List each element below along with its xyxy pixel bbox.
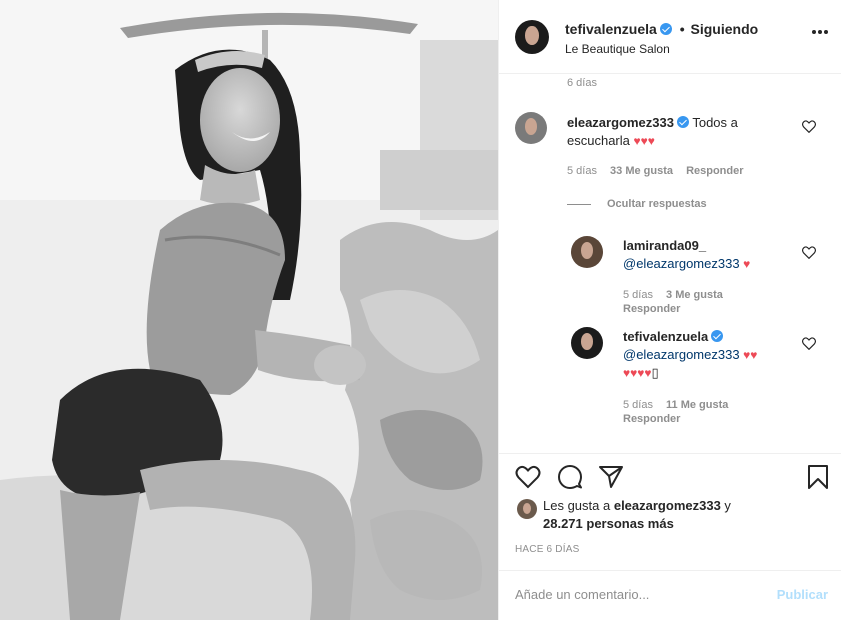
author-line: tefivalenzuela • Siguiendo <box>565 21 758 37</box>
heart-emoji: ♥♥♥ <box>633 134 655 148</box>
publish-button[interactable]: Publicar <box>777 587 828 602</box>
share-icon[interactable] <box>598 464 624 490</box>
post-actions <box>499 453 841 501</box>
verified-icon <box>676 116 689 128</box>
comment-item: eleazargomez333 Todos a escucharla ♥♥♥ 5… <box>515 112 835 192</box>
reply-text: tefivalenzuela @eleazargomez333 ♥♥ ♥♥♥♥▯ <box>623 328 793 382</box>
reply-likes[interactable]: 3 Me gusta <box>666 289 723 301</box>
commenter-avatar[interactable] <box>515 112 547 144</box>
replier-username[interactable]: tefivalenzuela <box>623 329 708 344</box>
post-photo[interactable] <box>0 0 498 620</box>
comment-likes[interactable]: 33 Me gusta <box>610 165 673 177</box>
likes-line: Les gusta a eleazargomez333 y <box>543 497 731 515</box>
post-header: tefivalenzuela • Siguiendo Le Beautique … <box>499 0 841 74</box>
reply-button[interactable]: Responder <box>686 165 743 177</box>
replier-username[interactable]: lamiranda09_ <box>623 238 706 253</box>
commenter-username[interactable]: eleazargomez333 <box>567 115 674 130</box>
add-comment-bar: Añade un comentario... Publicar <box>499 570 841 620</box>
replier-avatar[interactable] <box>571 236 603 268</box>
like-comment-icon[interactable] <box>802 246 816 259</box>
hide-replies-label: Ocultar respuestas <box>607 198 707 210</box>
location-link[interactable]: Le Beautique Salon <box>565 42 670 56</box>
mention-link[interactable]: @eleazargomez333 <box>623 256 740 271</box>
likes-count[interactable]: 28.271 personas más <box>543 515 674 533</box>
comment-meta: 5 días 33 Me gusta Responder <box>567 164 754 178</box>
reply-button[interactable]: Responder <box>623 413 680 425</box>
save-icon[interactable] <box>805 464 831 490</box>
comments-section[interactable]: 6 días eleazargomez333 Todos a escucharl… <box>499 75 841 453</box>
reply-time: 5 días <box>623 289 653 301</box>
post-timestamp[interactable]: HACE 6 DÍAS <box>515 544 579 555</box>
likes-prefix: Les gusta a <box>543 498 611 513</box>
reply-button[interactable]: Responder <box>623 303 680 315</box>
comment-icon[interactable] <box>557 464 583 490</box>
verified-icon <box>659 23 672 35</box>
reply-text: lamiranda09_ @eleazargomez333 ♥ <box>623 237 793 273</box>
photo-image <box>0 0 498 620</box>
comment-time: 5 días <box>567 165 597 177</box>
reply-meta: 5 días 11 Me gusta Responder <box>623 398 773 426</box>
author-username[interactable]: tefivalenzuela <box>565 21 657 37</box>
reply-meta: 5 días 3 Me gusta Responder <box>623 288 773 316</box>
liker-username[interactable]: eleazargomez333 <box>614 498 721 513</box>
reply-item: tefivalenzuela @eleazargomez333 ♥♥ ♥♥♥♥▯… <box>571 327 841 437</box>
author-avatar[interactable] <box>515 20 549 54</box>
mention-link[interactable]: @eleazargomez333 <box>623 347 740 362</box>
post-side-panel: tefivalenzuela • Siguiendo Le Beautique … <box>498 0 841 620</box>
heart-emoji: ♥ <box>743 257 751 271</box>
reply-item: lamiranda09_ @eleazargomez333 ♥ 5 días 3… <box>571 236 841 316</box>
unknown-glyph: ▯ <box>651 365 659 380</box>
like-icon[interactable] <box>515 464 541 490</box>
replier-avatar[interactable] <box>571 327 603 359</box>
more-options-icon[interactable] <box>812 30 828 34</box>
like-comment-icon[interactable] <box>802 337 816 350</box>
divider-line <box>567 203 591 205</box>
comment-time: 6 días <box>567 77 597 89</box>
liker-avatar[interactable] <box>517 499 537 519</box>
separator-dot: • <box>679 21 685 37</box>
heart-emoji: ♥♥ <box>743 348 758 362</box>
reply-time: 5 días <box>623 399 653 411</box>
verified-icon <box>711 330 724 342</box>
comment-input[interactable]: Añade un comentario... <box>515 587 755 602</box>
comment-text: eleazargomez333 Todos a escucharla ♥♥♥ <box>567 114 787 150</box>
likes-conj: y <box>724 498 731 513</box>
following-button[interactable]: Siguiendo <box>691 21 759 37</box>
reply-likes[interactable]: 11 Me gusta <box>666 399 728 411</box>
hide-replies-button[interactable]: Ocultar respuestas <box>567 198 707 210</box>
heart-emoji: ♥♥♥♥ <box>623 366 652 380</box>
like-comment-icon[interactable] <box>802 120 816 133</box>
